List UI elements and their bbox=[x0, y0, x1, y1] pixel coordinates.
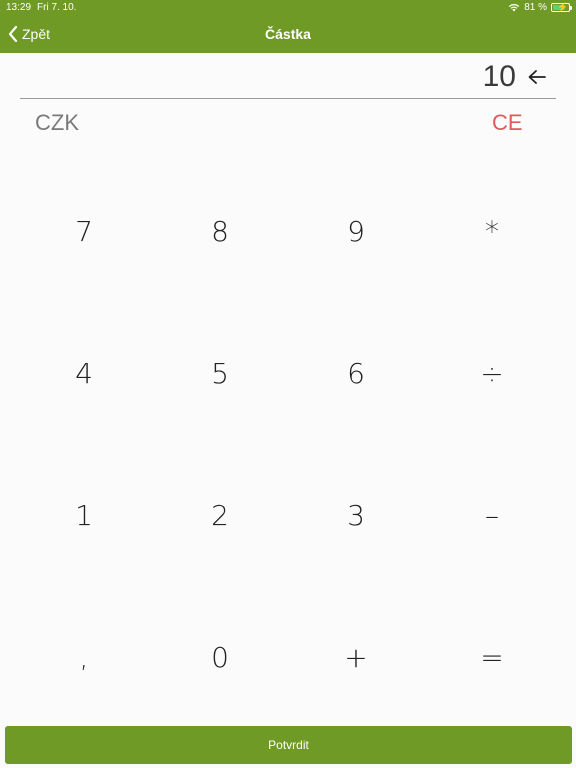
backspace-arrow-icon[interactable] bbox=[526, 68, 548, 86]
key-1[interactable]: 1 bbox=[16, 444, 152, 586]
key-7[interactable]: 7 bbox=[16, 160, 152, 302]
key-comma[interactable]: , bbox=[16, 586, 152, 728]
key-4[interactable]: 4 bbox=[16, 302, 152, 444]
status-date: Fri 7. 10. bbox=[37, 2, 77, 13]
battery-percent: 81 % bbox=[524, 2, 547, 13]
key-5[interactable]: 5 bbox=[152, 302, 288, 444]
key-equals[interactable]: = bbox=[424, 586, 560, 728]
amount-display: 10 bbox=[20, 60, 556, 99]
key-2[interactable]: 2 bbox=[152, 444, 288, 586]
page-title: Částka bbox=[265, 26, 311, 42]
key-9[interactable]: 9 bbox=[288, 160, 424, 302]
key-minus[interactable]: – bbox=[424, 444, 560, 586]
charging-bolt-icon: ⚡ bbox=[557, 2, 569, 12]
top-bar: 13:29 Fri 7. 10. 81 % ⚡ Zpět Částka bbox=[0, 0, 576, 53]
confirm-button[interactable]: Potvrdit bbox=[5, 726, 572, 764]
currency-label: CZK bbox=[35, 110, 79, 135]
key-plus[interactable]: + bbox=[288, 586, 424, 728]
key-multiply[interactable]: * bbox=[424, 160, 560, 302]
key-6[interactable]: 6 bbox=[288, 302, 424, 444]
key-0[interactable]: 0 bbox=[152, 586, 288, 728]
key-8[interactable]: 8 bbox=[152, 160, 288, 302]
amount-value: 10 bbox=[482, 60, 516, 93]
key-divide[interactable]: ÷ bbox=[424, 302, 560, 444]
keypad: 7 8 9 * 4 5 6 ÷ 1 2 3 – , 0 + = bbox=[16, 160, 560, 716]
battery-icon: ⚡ bbox=[551, 2, 572, 12]
wifi-icon bbox=[509, 3, 520, 12]
key-3[interactable]: 3 bbox=[288, 444, 424, 586]
status-time: 13:29 bbox=[6, 2, 32, 13]
status-right: 81 % ⚡ bbox=[508, 2, 572, 13]
status-bar: 13:29 Fri 7. 10. 81 % ⚡ bbox=[0, 2, 576, 14]
clear-entry-button[interactable]: CE bbox=[492, 110, 523, 136]
